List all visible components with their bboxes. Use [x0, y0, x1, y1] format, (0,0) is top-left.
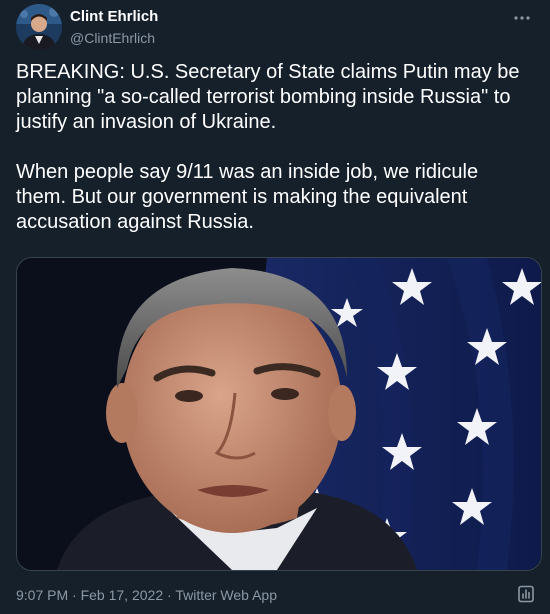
tweet-header: Clint Ehrlich @ClintEhrlich: [16, 4, 534, 52]
user-handle[interactable]: @ClintEhrlich: [70, 29, 158, 47]
meta-separator: ·: [167, 587, 172, 603]
photo-image: [17, 258, 541, 570]
tweet-meta: 9:07 PM · Feb 17, 2022 · Twitter Web App: [16, 586, 277, 604]
tweet-card: Clint Ehrlich @ClintEhrlich BREAKING: U.…: [0, 0, 550, 614]
tweet-photo[interactable]: [16, 257, 542, 571]
user-info: Clint Ehrlich @ClintEhrlich: [70, 8, 158, 47]
more-icon[interactable]: [510, 6, 534, 30]
display-name[interactable]: Clint Ehrlich: [70, 8, 158, 26]
tweet-source-link[interactable]: Twitter Web App: [175, 587, 277, 603]
tweet-date-link[interactable]: Feb 17, 2022: [81, 587, 164, 603]
avatar-image: [16, 4, 62, 50]
tweet-time-link[interactable]: 9:07 PM: [16, 587, 68, 603]
tweet-paragraph: BREAKING: U.S. Secretary of State claims…: [16, 61, 520, 133]
analytics-icon[interactable]: [516, 584, 536, 604]
tweet-paragraph: When people say 9/11 was an inside job, …: [16, 161, 479, 233]
meta-separator: ·: [72, 587, 77, 603]
tweet-text: BREAKING: U.S. Secretary of State claims…: [16, 60, 530, 235]
avatar[interactable]: [16, 4, 62, 50]
